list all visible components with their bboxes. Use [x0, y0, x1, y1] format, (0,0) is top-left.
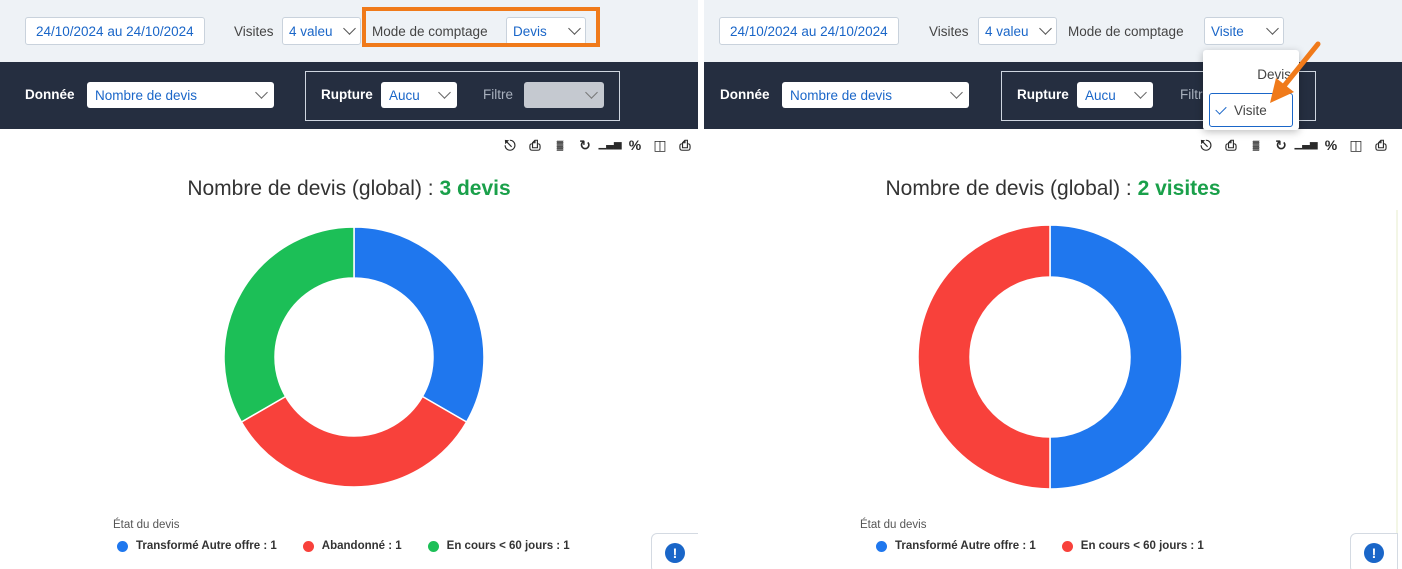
rupture-label: Rupture — [1017, 87, 1069, 102]
refresh-icon[interactable]: ↻ — [1273, 137, 1289, 153]
donnee-select[interactable]: Nombre de devis — [87, 82, 274, 108]
donut-slice-1[interactable] — [917, 224, 1051, 490]
image-export-icon[interactable]: ▓ — [552, 137, 568, 153]
table-icon[interactable]: ◫ — [1348, 137, 1364, 153]
chevron-down-icon — [1134, 86, 1147, 99]
legend-label: Transformé Autre offre : 1 — [136, 540, 277, 552]
donnee-label: Donnée — [25, 87, 75, 102]
info-icon: ! — [665, 543, 685, 563]
mode-comptage-select[interactable]: Visite — [1204, 17, 1284, 45]
legend-label: En cours < 60 jours : 1 — [446, 540, 570, 552]
chart-title-text: Nombre de devis (global) : — [187, 177, 440, 200]
edge-line — [1396, 210, 1398, 569]
dropdown-option-visite[interactable]: Visite — [1209, 93, 1293, 127]
mode-comptage-value: Visite — [1211, 23, 1244, 39]
legend-item[interactable]: Transformé Autre offre : 1 — [876, 540, 1036, 552]
check-icon — [1215, 102, 1227, 115]
export-icon[interactable]: ⎋ — [1198, 137, 1214, 153]
rupture-select-value: Aucu — [1085, 87, 1116, 103]
filtre-select — [524, 82, 604, 108]
save-icon[interactable]: ⎙ — [1373, 137, 1389, 153]
chevron-down-icon — [585, 86, 598, 99]
legend-item[interactable]: En cours < 60 jours : 1 — [1061, 540, 1204, 552]
rupture-select[interactable]: Aucu — [1077, 82, 1153, 108]
bar-chart-icon[interactable]: ▁▃▅ — [1294, 137, 1317, 153]
legend-item[interactable]: Transformé Autre offre : 1 — [117, 540, 277, 552]
visites-select-value: 4 valeu — [289, 23, 333, 39]
legend-marker — [876, 540, 887, 552]
legend-label: Abandonné : 1 — [321, 540, 402, 552]
visites-select-value: 4 valeu — [985, 23, 1029, 39]
export-icon[interactable]: ⎋ — [502, 137, 518, 153]
date-range-button[interactable]: 24/10/2024 au 24/10/2024 — [25, 17, 205, 45]
legend-title: État du devis — [860, 519, 927, 531]
dropdown-option-devis[interactable]: Devis — [1209, 57, 1293, 91]
chevron-down-icon — [343, 22, 356, 35]
visites-label: Visites — [234, 23, 274, 39]
filter-bar: 24/10/2024 au 24/10/2024 Visites 4 valeu… — [0, 0, 698, 62]
filtre-label: Filtre — [483, 87, 513, 102]
donut-slice-0[interactable] — [1049, 224, 1183, 490]
chart-title-count: 2 visites — [1137, 177, 1221, 200]
info-icon: ! — [1364, 543, 1384, 563]
rupture-select[interactable]: Aucu — [381, 82, 457, 108]
image-export-icon[interactable]: ▓ — [1248, 137, 1264, 153]
refresh-icon[interactable]: ↻ — [577, 137, 593, 153]
donut-slice-2[interactable] — [223, 226, 355, 424]
donnee-select-value: Nombre de devis — [790, 87, 893, 103]
left-panel: 24/10/2024 au 24/10/2024 Visites 4 valeu… — [0, 0, 698, 569]
donut-chart — [223, 226, 485, 488]
dropdown-option-visite-label: Visite — [1234, 102, 1267, 118]
chevron-down-icon — [1039, 22, 1052, 35]
chevron-down-icon — [1266, 22, 1279, 35]
chart-legend: Transformé Autre offre : 1 Abandonné : 1 E… — [117, 540, 570, 552]
legend-marker — [427, 540, 439, 552]
date-range-button[interactable]: 24/10/2024 au 24/10/2024 — [719, 17, 899, 45]
percent-icon[interactable]: % — [627, 137, 643, 153]
right-panel: 24/10/2024 au 24/10/2024 Visites 4 valeu… — [704, 0, 1402, 569]
chart-title: Nombre de devis (global) : 3 devis — [0, 177, 698, 201]
filtre-label: Filtr — [1180, 87, 1203, 102]
donut-chart — [917, 224, 1183, 490]
table-icon[interactable]: ◫ — [652, 137, 668, 153]
bar-chart-icon[interactable]: ▁▃▅ — [598, 137, 621, 153]
print-icon[interactable]: ⎙ — [527, 137, 543, 153]
rupture-select-value: Aucu — [389, 87, 420, 103]
legend-label: En cours < 60 jours : 1 — [1080, 540, 1204, 552]
donnee-select-value: Nombre de devis — [95, 87, 198, 103]
chevron-down-icon — [950, 86, 963, 99]
donut-slice-0[interactable] — [353, 226, 485, 424]
help-button[interactable]: ! — [1350, 533, 1398, 569]
chart-toolbar: ⎋ ⎙ ▓ ↻ ▁▃▅ % ◫ ⎙ — [502, 135, 693, 155]
highlight-annotation — [362, 7, 600, 47]
chart-title-text: Nombre de devis (global) : — [885, 177, 1138, 200]
chart-title-count: 3 devis — [439, 177, 511, 200]
rupture-label: Rupture — [321, 87, 373, 102]
chevron-down-icon — [255, 86, 268, 99]
print-icon[interactable]: ⎙ — [1223, 137, 1239, 153]
mode-comptage-dropdown: Devis Visite — [1203, 50, 1299, 130]
visites-label: Visites — [929, 23, 969, 39]
donnee-select[interactable]: Nombre de devis — [782, 82, 969, 108]
data-options-bar: Donnée Nombre de devis Rupture Aucu Filt… — [0, 62, 698, 129]
chevron-down-icon — [438, 86, 451, 99]
help-button[interactable]: ! — [651, 533, 698, 569]
chart-title: Nombre de devis (global) : 2 visites — [704, 177, 1402, 201]
chart-legend: Transformé Autre offre : 1 En cours < 60 … — [876, 540, 1204, 552]
visites-select[interactable]: 4 valeu — [282, 17, 361, 45]
mode-comptage-label: Mode de comptage — [1068, 23, 1184, 39]
donnee-label: Donnée — [720, 87, 770, 102]
legend-marker — [1061, 540, 1073, 552]
legend-item[interactable]: En cours < 60 jours : 1 — [427, 540, 570, 552]
donut-slice-1[interactable] — [240, 395, 468, 488]
legend-label: Transformé Autre offre : 1 — [895, 540, 1036, 552]
legend-item[interactable]: Abandonné : 1 — [302, 540, 402, 552]
legend-title: État du devis — [113, 519, 180, 531]
chart-toolbar: ⎋ ⎙ ▓ ↻ ▁▃▅ % ◫ ⎙ — [1198, 135, 1389, 155]
save-icon[interactable]: ⎙ — [677, 137, 693, 153]
legend-marker — [302, 540, 314, 552]
visites-select[interactable]: 4 valeu — [978, 17, 1057, 45]
percent-icon[interactable]: % — [1323, 137, 1339, 153]
legend-marker — [117, 540, 128, 552]
